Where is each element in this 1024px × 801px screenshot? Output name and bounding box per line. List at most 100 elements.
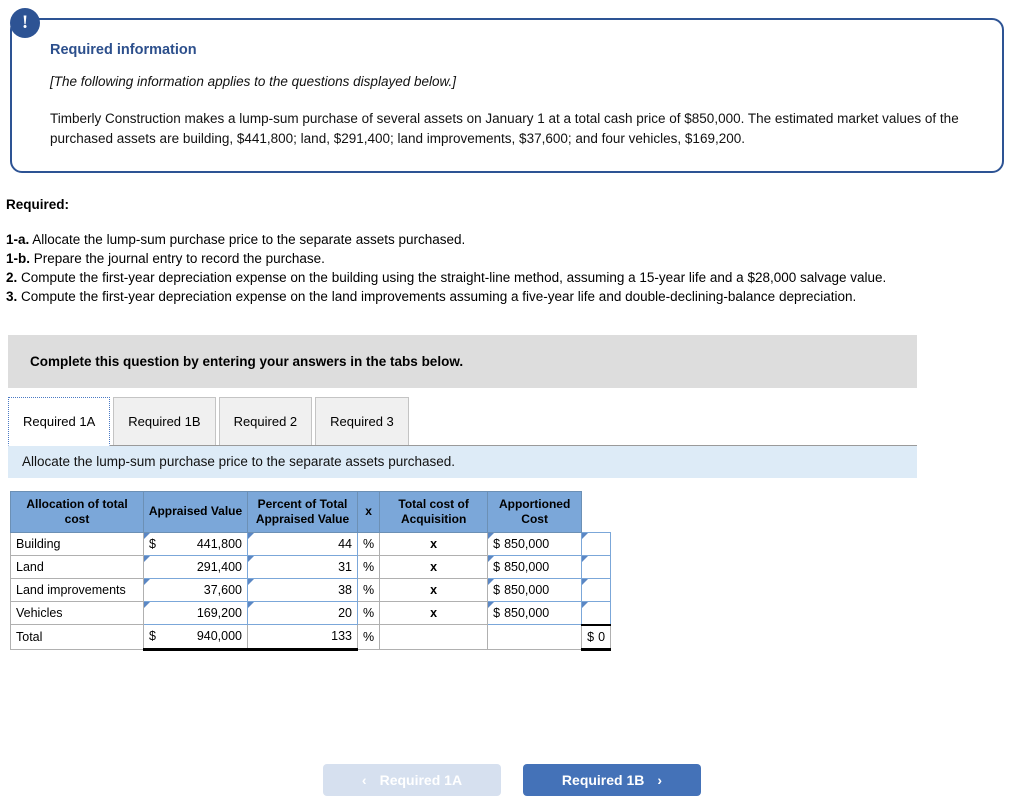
tab-required-1a[interactable]: Required 1A (8, 396, 111, 446)
chevron-left-icon: ‹ (361, 772, 367, 788)
required-item-text: Prepare the journal entry to record the … (30, 251, 325, 267)
required-item-number: 3. (6, 289, 18, 305)
apportioned-cost-input[interactable] (581, 600, 612, 626)
percent-text: 31 (338, 559, 352, 574)
row-label: Land improvements (10, 577, 144, 602)
percent-text: 38 (338, 582, 352, 597)
exclamation-icon: ! (10, 8, 40, 38)
appraised-value-text: 291,400 (196, 559, 242, 574)
cell-marker-icon (248, 555, 254, 562)
table-row: Vehicles 169,200 20 % x $ 850,000 (10, 600, 612, 626)
cell-marker-icon (144, 578, 150, 585)
table-row: Land 291,400 31 % x $ 850,000 (10, 554, 612, 579)
appraised-value-input[interactable]: 169,200 (143, 600, 248, 626)
cell-marker-icon (488, 601, 495, 608)
complete-question-banner: Complete this question by entering your … (8, 334, 917, 388)
required-item-text: Compute the first-year depreciation expe… (17, 289, 857, 305)
required-label: Required: (6, 197, 70, 212)
apportioned-cost-input[interactable] (581, 554, 612, 579)
header-apportioned-cost: Apportioned Cost (487, 490, 583, 533)
percent-symbol: % (363, 536, 375, 551)
multiply-symbol: x (430, 582, 438, 597)
percent-input[interactable]: 38 (247, 577, 358, 602)
percent-input[interactable]: 44 (247, 531, 358, 556)
multiply-symbol: x (430, 605, 438, 620)
row-label: Land (10, 554, 144, 579)
cell-marker-icon (488, 532, 495, 539)
apportioned-cost-input[interactable] (581, 531, 612, 556)
cell-marker-icon (248, 532, 254, 539)
percent-symbol-cell: % (356, 554, 381, 579)
tab-label: Required 3 (330, 413, 394, 429)
total-cost-input[interactable]: $ 850,000 (487, 531, 583, 556)
multiply-symbol-cell: x (379, 554, 489, 579)
currency-symbol: $ (587, 629, 595, 644)
header-multiply-symbol: x (356, 490, 381, 533)
total-cost-input[interactable]: $ 850,000 (487, 577, 583, 602)
multiply-symbol-cell: x (379, 531, 489, 556)
cell-marker-icon (582, 532, 589, 539)
cell-marker-icon (248, 578, 254, 585)
total-apportioned-cost-cell: $ 0 (581, 623, 612, 651)
table-total-row: Total $ 940,000 133 % $ 0 (10, 623, 612, 651)
required-information-callout: ! Required information [The following in… (10, 8, 1004, 173)
cell-marker-icon (144, 601, 150, 608)
cell-marker-icon (488, 555, 495, 562)
cell-marker-icon (582, 555, 589, 562)
prev-button-label: Required 1A (379, 772, 463, 788)
multiply-symbol-cell: x (379, 600, 489, 626)
header-allocation-of-total-cost: Allocation of total cost (10, 490, 144, 533)
total-row-label: Total (10, 624, 144, 650)
appraised-value-input[interactable]: $ 441,800 (143, 531, 248, 556)
total-apportioned-cost-text: 0 (598, 629, 606, 644)
tab-required-3[interactable]: Required 3 (315, 396, 409, 445)
table-row: Land improvements 37,600 38 % x $ 850,00… (10, 577, 612, 602)
percent-input[interactable]: 20 (247, 600, 358, 626)
tab-label: Required 2 (233, 413, 298, 429)
total-cost-text: 850,000 (504, 582, 550, 597)
cell-marker-icon (582, 601, 589, 608)
next-required-1b-button[interactable]: Required 1B › (523, 764, 701, 796)
cell-marker-icon (144, 532, 150, 539)
sub-instruction-text: Allocate the lump-sum purchase price to … (22, 454, 455, 470)
apportioned-cost-input[interactable] (581, 577, 612, 602)
multiply-symbol-cell: x (379, 577, 489, 602)
percent-symbol: % (363, 559, 375, 574)
required-item-number: 1-a. (6, 232, 30, 247)
total-cost-text: 850,000 (504, 536, 550, 551)
tab-required-1b[interactable]: Required 1B (113, 396, 216, 445)
percent-symbol: % (363, 582, 375, 597)
header-appraised-value: Appraised Value (143, 490, 248, 533)
total-percent-symbol-cell: % (356, 624, 381, 650)
percent-text: 20 (338, 605, 352, 620)
cell-marker-icon (248, 601, 254, 608)
total-cost-input[interactable]: $ 850,000 (487, 554, 583, 579)
appraised-value-text: 37,600 (203, 582, 242, 597)
multiply-symbol: x (430, 559, 438, 574)
total-appraised-value-text: 940,000 (196, 629, 242, 644)
callout-box: Required information [The following info… (10, 18, 1004, 173)
required-item: 1-a. Allocate the lump-sum purchase pric… (6, 230, 996, 249)
row-label: Building (10, 531, 144, 556)
percent-input[interactable]: 31 (247, 554, 358, 579)
percent-symbol-cell: % (356, 600, 381, 626)
appraised-value-input[interactable]: 291,400 (143, 554, 248, 579)
currency-symbol: $ (149, 536, 156, 551)
tab-bar: Required 1A Required 1B Required 2 Requi… (8, 396, 917, 446)
total-percent-cell: 133 (247, 624, 358, 651)
total-cost-input[interactable]: $ 850,000 (487, 600, 583, 626)
percent-symbol-cell: % (356, 531, 381, 556)
next-button-label: Required 1B (561, 772, 645, 788)
total-cost-text: 850,000 (504, 559, 550, 574)
percent-text: 44 (338, 536, 352, 551)
row-label: Vehicles (10, 600, 144, 626)
multiply-symbol: x (430, 536, 438, 551)
percent-symbol-cell: % (356, 577, 381, 602)
tab-required-2[interactable]: Required 2 (218, 396, 313, 445)
appraised-value-input[interactable]: 37,600 (143, 577, 248, 602)
chevron-right-icon: › (657, 772, 663, 788)
required-item-number: 2. (6, 270, 18, 286)
sub-instruction-bar: Allocate the lump-sum purchase price to … (8, 445, 917, 478)
previous-required-1a-button[interactable]: ‹ Required 1A (323, 764, 501, 796)
cell-marker-icon (582, 578, 589, 585)
